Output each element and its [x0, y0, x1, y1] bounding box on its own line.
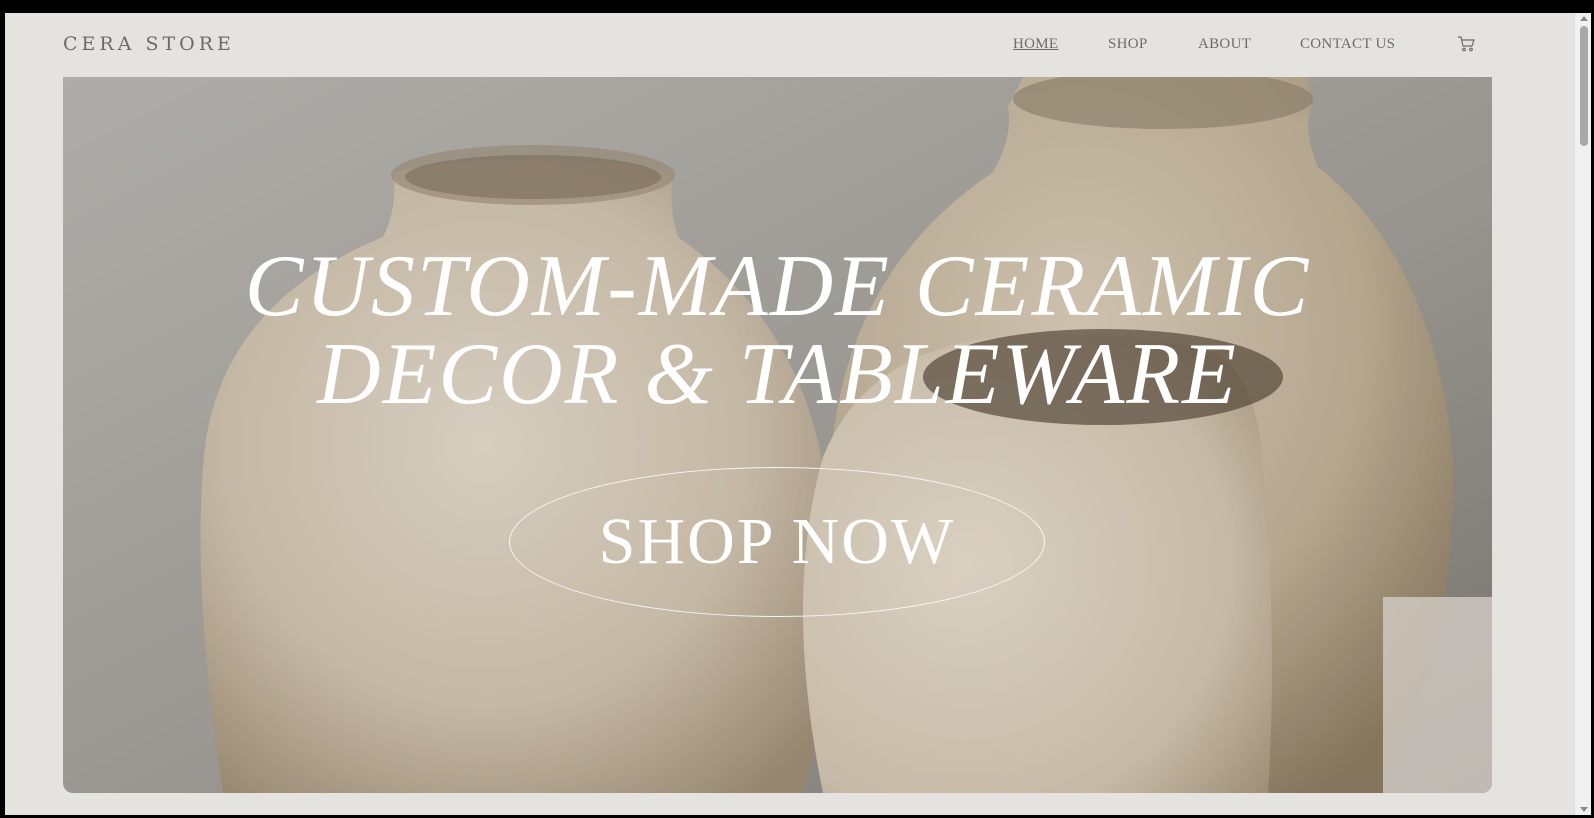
ceramic-vases-image	[63, 77, 1492, 793]
scroll-up-icon[interactable]	[1580, 16, 1588, 21]
cart-icon[interactable]	[1457, 35, 1475, 53]
nav-item-contact-us[interactable]: CONTACT US	[1300, 36, 1395, 53]
shop-now-button[interactable]: SHOP NOW	[509, 467, 1045, 617]
nav-item-home[interactable]: HOME	[1013, 36, 1058, 53]
nav-item-shop[interactable]: SHOP	[1108, 36, 1148, 53]
headline-line-2: DECOR & TABLEWARE	[317, 326, 1238, 423]
headline-line-1: CUSTOM-MADE CERAMIC	[244, 238, 1311, 335]
hero-headline: CUSTOM-MADE CERAMIC DECOR & TABLEWARE	[63, 243, 1492, 419]
nav-item-about[interactable]: ABOUT	[1198, 36, 1251, 53]
browser-viewport: CERA STORE HOME SHOP ABOUT CONTACT US CU…	[5, 13, 1574, 815]
vertical-scrollbar[interactable]	[1574, 13, 1591, 815]
hero-banner: CUSTOM-MADE CERAMIC DECOR & TABLEWARE SH…	[63, 77, 1492, 793]
main-nav: HOME SHOP ABOUT CONTACT US	[5, 36, 1574, 56]
scrollbar-thumb[interactable]	[1580, 26, 1588, 146]
scroll-down-icon[interactable]	[1580, 807, 1588, 812]
